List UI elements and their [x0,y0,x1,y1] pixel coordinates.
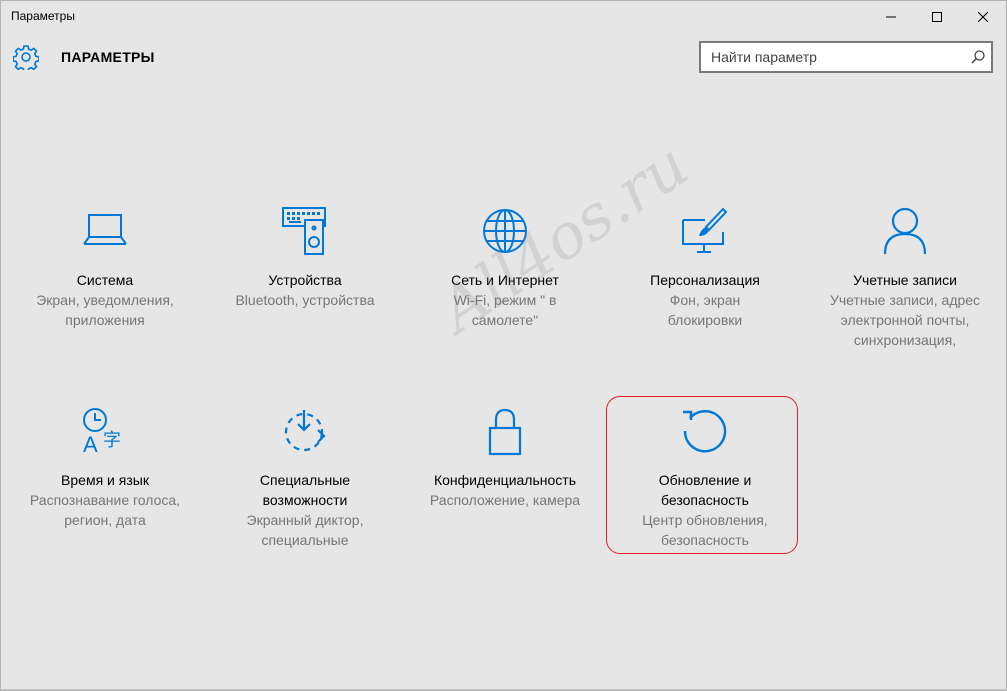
svg-text:A: A [83,432,98,456]
tile-description: Экран, уведомления, приложения [36,292,174,328]
minimize-icon [886,16,896,18]
tile-description: Расположение, камера [429,492,581,508]
gear-icon [13,45,39,70]
tile-description: Bluetooth, устройства [235,292,375,308]
tile-description: Экранный диктор, специальные [246,512,364,548]
tile-devices[interactable]: Устройства Bluetooth, устройства [220,206,390,310]
tile-description: Wi-Fi, режим " в самолете" [453,292,557,328]
tile-title: Время и язык [61,472,149,488]
tile-title: Система [76,272,134,288]
tile-update-security[interactable]: Обновление и безопасность Центр обновлени… [620,406,790,550]
search-icon[interactable] [970,49,986,65]
tile-network[interactable]: Сеть и Интернет Wi-Fi, режим " в самолете… [420,206,590,330]
tile-title: Конфиденциальность [433,472,576,488]
search-input[interactable] [701,43,971,71]
user-icon [883,207,927,255]
close-button[interactable] [960,1,1006,33]
svg-text:字: 字 [103,430,121,451]
tile-title: Обновление и безопасность [658,472,752,508]
tile-title: Учетные записи [853,272,957,288]
tile-accounts[interactable]: Учетные записи Учетные записи, адрес элек… [820,206,990,350]
tile-privacy[interactable]: Конфиденциальность Расположение, камера [420,406,590,510]
maximize-icon [932,12,942,22]
tile-title: Специальные возможности [259,472,351,508]
tile-title: Сеть и Интернет [451,272,559,288]
tile-title: Персонализация [650,272,760,288]
close-icon [978,12,988,22]
tile-time-language[interactable]: A 字 Время и язык Распознавание голоса, ре… [20,406,190,530]
tile-description: Учетные записи, адрес электронной почты, с… [829,292,981,348]
laptop-icon [83,214,127,245]
tile-system[interactable]: Система Экран, уведомления, приложения [20,206,190,330]
globe-icon [483,209,527,253]
search-box[interactable] [699,41,993,73]
time-language-icon: A 字 [83,408,121,456]
lock-icon [488,408,522,456]
settings-window: Параметры ПАРАМЕТРЫ Найти параметр Систе… [0,0,1007,691]
tile-description: Центр обновления, безопасность [642,512,768,548]
accessibility-icon [284,410,326,452]
tile-description: Фон, экран блокировки [667,292,743,328]
minimize-button[interactable] [868,1,914,33]
tile-title: Устройства [268,272,342,288]
window-title: Параметры [11,9,75,23]
page-title: ПАРАМЕТРЫ [61,49,155,65]
title-bar[interactable]: Параметры [1,1,1006,33]
window-bottom-border [1,689,1006,690]
tile-personalization[interactable]: Персонализация Фон, экран блокировки [620,206,790,330]
tile-accessibility[interactable]: Специальные возможности Экранный диктор, с… [220,406,390,550]
tile-description: Распознавание голоса, регион, дата [29,492,181,528]
update-icon [683,410,727,453]
devices-icon [282,207,326,255]
maximize-button[interactable] [914,1,960,33]
personalization-icon [682,207,728,253]
